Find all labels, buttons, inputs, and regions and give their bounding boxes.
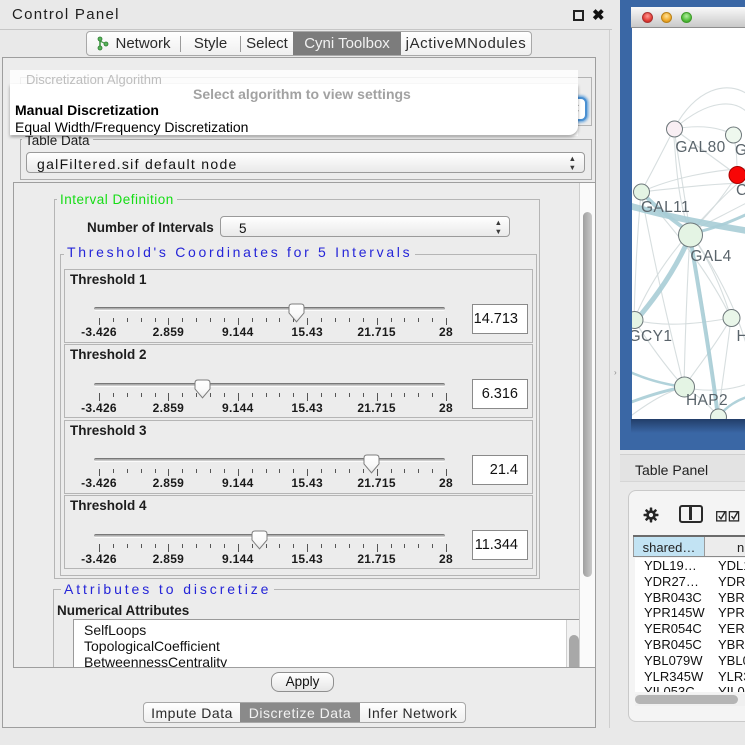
svg-text:GCY1: GCY1: [632, 328, 672, 345]
svg-text:C: C: [736, 182, 745, 199]
svg-text:GAL80: GAL80: [675, 139, 725, 156]
svg-text:G.: G.: [735, 142, 745, 159]
svg-text:GAL11: GAL11: [640, 199, 689, 216]
svg-text:GAL4: GAL4: [690, 248, 731, 265]
svg-text:HAP2: HAP2: [685, 392, 727, 409]
svg-text:H: H: [736, 328, 745, 345]
